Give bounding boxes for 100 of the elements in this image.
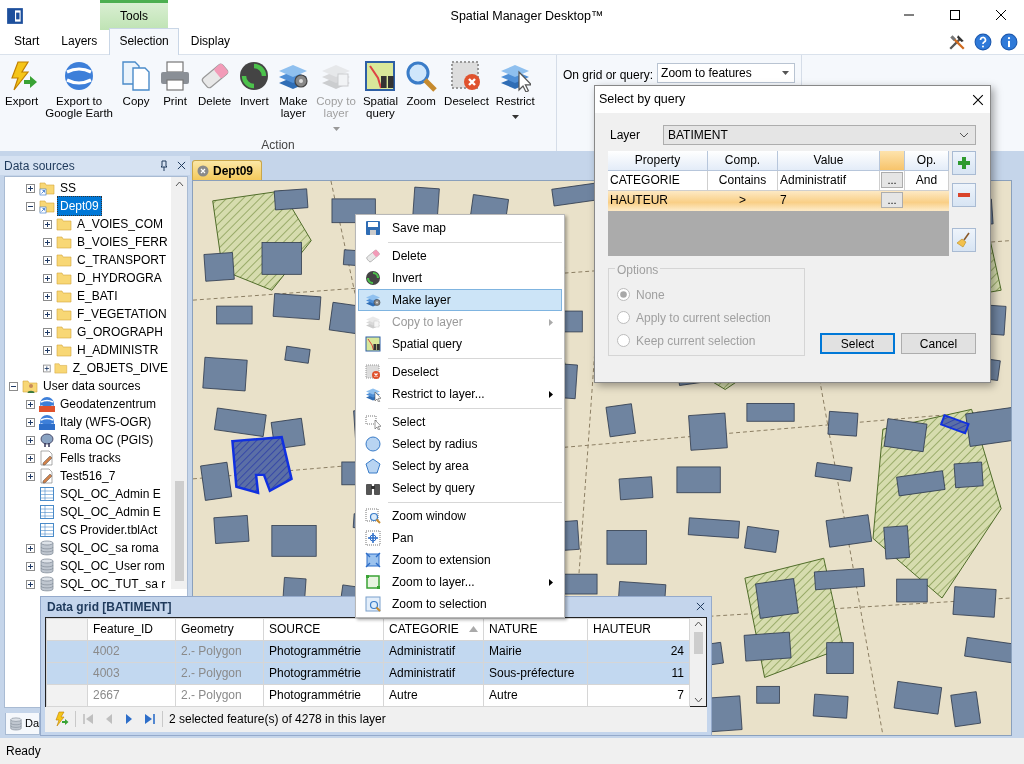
menu-item[interactable]: Spatial query <box>358 333 562 355</box>
tree-item[interactable]: Italy (WFS-OGR) <box>57 412 155 432</box>
tree-item[interactable]: Fells tracks <box>57 448 124 468</box>
ribbon-tab[interactable]: Start <box>4 28 50 54</box>
menu-item[interactable]: Invert <box>358 267 562 289</box>
query-row[interactable]: HAUTEUR > 7 ... <box>608 191 949 211</box>
expand-icon[interactable] <box>26 399 35 409</box>
close-icon[interactable] <box>177 161 186 170</box>
menu-item[interactable]: Make layer <box>358 289 562 311</box>
tree-item[interactable]: A_VOIES_COM <box>74 214 167 234</box>
expand-icon[interactable] <box>26 183 35 193</box>
ribbon-button[interactable]: Export to Google Earth <box>42 58 116 137</box>
tree-item[interactable]: SQL_OC_sa roma <box>57 538 162 558</box>
building[interactable] <box>213 515 250 544</box>
building[interactable] <box>676 466 721 494</box>
building[interactable] <box>216 305 253 325</box>
menu-item[interactable]: Restrict to layer... <box>358 383 562 405</box>
menu-item[interactable]: Deselect <box>358 361 562 383</box>
building[interactable] <box>953 461 984 489</box>
help-icon[interactable] <box>974 33 992 51</box>
remove-button[interactable] <box>952 183 976 207</box>
menu-item[interactable]: Zoom to layer... <box>358 571 562 593</box>
close-circle-icon[interactable] <box>197 164 209 177</box>
tree-item[interactable]: Test516_7 <box>57 466 119 486</box>
map-tab[interactable]: Dept09 <box>192 160 262 180</box>
menu-item[interactable]: Zoom window <box>358 505 562 527</box>
building[interactable] <box>755 578 799 619</box>
building[interactable] <box>687 517 740 539</box>
ribbon-button[interactable]: Restrict <box>492 58 538 137</box>
expand-icon[interactable] <box>26 471 35 481</box>
tree-item[interactable]: H_ADMINISTR <box>74 340 162 360</box>
building[interactable] <box>814 462 853 482</box>
menu-item[interactable]: Select by radius <box>358 433 562 455</box>
menu-item[interactable]: Zoom to extension <box>358 549 562 571</box>
export-button[interactable] <box>53 711 69 728</box>
tree-item[interactable]: SS <box>57 178 79 198</box>
close-icon[interactable] <box>972 93 984 106</box>
selected-building[interactable] <box>231 435 293 495</box>
expand-icon[interactable] <box>26 543 35 553</box>
ribbon-tab[interactable]: Display <box>180 28 241 54</box>
ribbon-button[interactable]: Zoom <box>402 58 441 137</box>
ribbon-button[interactable]: Invert <box>235 58 274 137</box>
scrollbar-thumb[interactable] <box>174 481 184 581</box>
expand-icon[interactable] <box>43 219 52 229</box>
tree-item[interactable]: SQL_OC_User rom <box>57 556 168 576</box>
expand-icon[interactable] <box>43 309 52 319</box>
expand-icon[interactable] <box>43 291 52 301</box>
panel-tab[interactable]: Da <box>5 713 40 735</box>
building[interactable] <box>605 403 636 438</box>
layer-dropdown[interactable]: BATIMENT <box>663 125 976 145</box>
building[interactable] <box>825 514 873 548</box>
building[interactable] <box>744 526 780 553</box>
tree-item[interactable]: D_HYDROGRA <box>74 268 165 288</box>
building[interactable] <box>813 568 866 591</box>
row-header-cell[interactable] <box>46 662 88 685</box>
add-button[interactable] <box>952 151 976 175</box>
menu-item[interactable]: Delete <box>358 245 562 267</box>
ribbon-button[interactable]: Delete <box>195 58 235 137</box>
ribbon-button[interactable]: Spatial query <box>359 58 402 137</box>
ribbon-button[interactable]: Copy <box>117 58 155 137</box>
tree-item[interactable]: C_TRANSPORT <box>74 250 170 270</box>
ribbon-button[interactable]: Make layer <box>274 58 313 137</box>
query-row[interactable]: CATEGORIE Contains Administratif ... And <box>608 171 949 191</box>
pin-icon[interactable] <box>159 160 169 171</box>
menu-item[interactable]: Save map <box>358 217 562 239</box>
building[interactable] <box>893 681 943 715</box>
row-header-cell[interactable] <box>46 684 88 707</box>
expand-icon[interactable] <box>26 435 35 445</box>
expand-icon[interactable] <box>43 345 52 355</box>
expand-icon[interactable] <box>26 417 35 427</box>
tree-item[interactable]: G_OROGRAPH <box>74 322 166 342</box>
column-header[interactable]: SOURCE <box>263 618 384 641</box>
tree-item[interactable]: User data sources <box>40 376 144 396</box>
building[interactable] <box>812 693 849 719</box>
ellipsis-button[interactable]: ... <box>881 172 903 188</box>
collapse-icon[interactable] <box>26 201 35 211</box>
menu-item[interactable]: Select <box>358 411 562 433</box>
building[interactable] <box>284 345 311 364</box>
scrollbar[interactable] <box>171 177 187 589</box>
row-header-cell[interactable] <box>46 640 88 663</box>
tree-item[interactable]: Geodatenzentrum <box>57 394 160 414</box>
ribbon-tab[interactable]: Layers <box>51 28 108 54</box>
ribbon-button[interactable]: Deselect <box>441 58 492 137</box>
ribbon-button[interactable]: Print <box>156 58 194 137</box>
menu-item[interactable]: Select by query <box>358 477 562 499</box>
tree-item[interactable]: Roma OC (PGIS) <box>57 430 157 450</box>
menu-item[interactable]: Pan <box>358 527 562 549</box>
nav-button[interactable] <box>142 712 156 727</box>
collapse-icon[interactable] <box>9 381 18 391</box>
building[interactable] <box>827 410 859 437</box>
scrollbar[interactable] <box>690 617 706 706</box>
building[interactable] <box>883 418 928 453</box>
dialog-button[interactable]: Select <box>820 333 895 354</box>
tree-item[interactable]: Z_OBJETS_DIVE <box>69 358 171 378</box>
scrollbar-thumb[interactable] <box>693 631 703 654</box>
column-header[interactable]: NATURE <box>483 618 588 641</box>
building[interactable] <box>950 691 981 728</box>
dialog-button[interactable]: Cancel <box>901 333 976 354</box>
column-header[interactable]: HAUTEUR <box>587 618 690 641</box>
ribbon-tab[interactable]: Selection <box>109 28 179 55</box>
